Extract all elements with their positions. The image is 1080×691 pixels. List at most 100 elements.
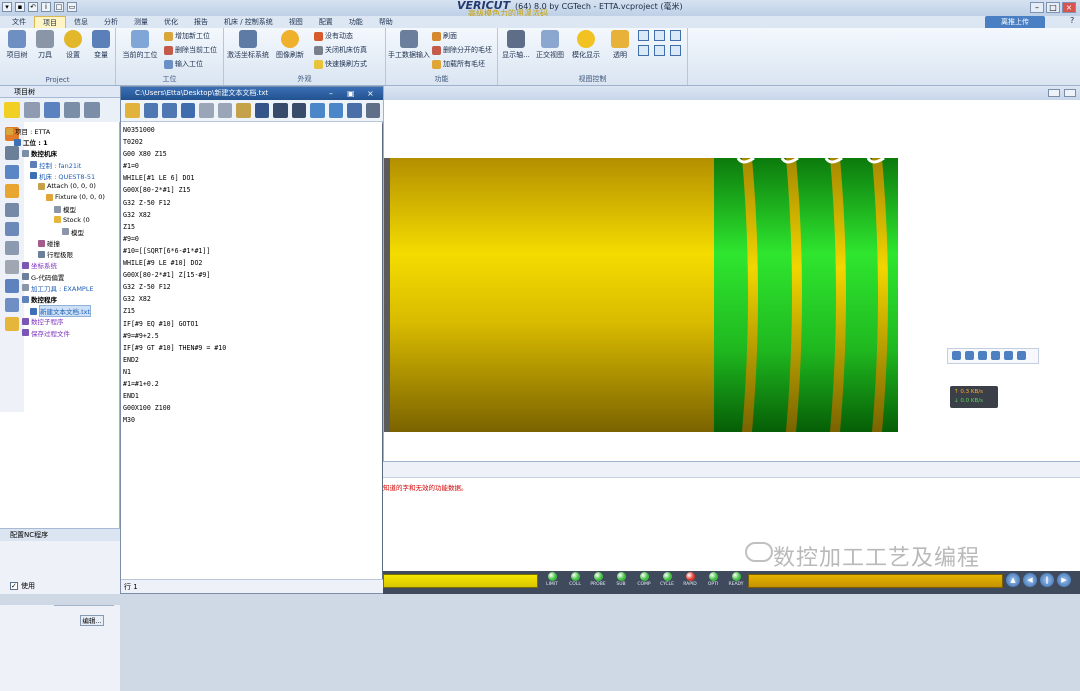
- tree-node[interactable]: Attach (0, 0, 0): [38, 182, 96, 190]
- tree-node[interactable]: 工位 : 1: [14, 137, 48, 147]
- reset-button[interactable]: ▲: [1006, 573, 1020, 587]
- find-icon[interactable]: [273, 103, 288, 118]
- tree-node[interactable]: 坐标系统: [22, 260, 57, 270]
- close-button[interactable]: ×: [1062, 2, 1076, 13]
- simulation-slider[interactable]: [748, 574, 1003, 588]
- ortho-view-button[interactable]: 正交视图: [534, 30, 566, 60]
- graphics-viewport[interactable]: ↑ 0.3 KB/s ↓ 0.0 KB/s: [383, 86, 1080, 461]
- view-2-icon[interactable]: [654, 30, 665, 41]
- tree-node[interactable]: G-代码偏置: [22, 272, 64, 282]
- tab-view[interactable]: 视图: [281, 16, 311, 28]
- status-led[interactable]: READY: [725, 571, 747, 587]
- window-icon[interactable]: □: [54, 2, 64, 12]
- view-6-icon[interactable]: [670, 45, 681, 56]
- tree-node[interactable]: 数控机床: [22, 148, 57, 158]
- import-workstation-button[interactable]: 输入工位: [164, 59, 203, 69]
- tools-button[interactable]: 刀具: [30, 30, 60, 60]
- undo-icon[interactable]: ↶: [28, 2, 38, 12]
- replace-icon[interactable]: [310, 103, 325, 118]
- tab-optimize[interactable]: 优化: [156, 16, 186, 28]
- mdi-button[interactable]: 手工数据输入: [388, 30, 430, 60]
- tree-node[interactable]: 行程极限: [38, 249, 73, 259]
- status-led[interactable]: PROBE: [587, 571, 609, 587]
- copy-icon[interactable]: [217, 103, 232, 118]
- tab-config[interactable]: 配置: [311, 16, 341, 28]
- tab-file[interactable]: 文件: [4, 16, 34, 28]
- viewport-restore-button[interactable]: [1048, 89, 1060, 97]
- save-icon[interactable]: [143, 103, 158, 118]
- add-workstation-button[interactable]: 增加新工位: [164, 31, 210, 41]
- current-workstation-button[interactable]: 当前的工位: [120, 30, 160, 60]
- tree-grid-icon[interactable]: [24, 102, 40, 118]
- tree-node[interactable]: Fixture (0, 0, 0): [46, 193, 105, 201]
- fast-refresh-button[interactable]: 快速换刷方式: [314, 59, 367, 69]
- tree-node[interactable]: 数控子程序: [22, 316, 64, 326]
- tree-node[interactable]: 数控程序: [22, 294, 57, 304]
- find-next-icon[interactable]: [291, 103, 306, 118]
- view-1-icon[interactable]: [638, 30, 649, 41]
- open-icon[interactable]: [125, 103, 140, 118]
- tab-machine-control[interactable]: 机床 / 控制系统: [216, 16, 281, 28]
- view-4-icon[interactable]: [638, 45, 649, 56]
- tab-project[interactable]: 项目: [34, 15, 66, 29]
- status-led[interactable]: OPTI: [702, 571, 724, 587]
- editor-close-button[interactable]: ×: [367, 87, 374, 100]
- maximize-button[interactable]: □: [1046, 2, 1060, 13]
- tab-analysis[interactable]: 分析: [96, 16, 126, 28]
- tree-node[interactable]: 机床 : QUEST8-51: [30, 171, 95, 181]
- face-button[interactable]: 刷面: [432, 31, 457, 41]
- status-led[interactable]: COLL: [564, 571, 586, 587]
- share-icon[interactable]: [991, 351, 1000, 360]
- status-led[interactable]: CYCLE: [656, 571, 678, 587]
- paste-icon[interactable]: [236, 103, 251, 118]
- transparent-button[interactable]: 透明: [604, 30, 636, 60]
- status-led[interactable]: RAPID: [679, 571, 701, 587]
- tree-node[interactable]: Stock (0: [54, 216, 90, 224]
- tree-node[interactable]: 控制 : fan21it: [30, 160, 81, 170]
- viewport-maximize-button[interactable]: [1064, 89, 1076, 97]
- delete-workstation-button[interactable]: 删除当前工位: [164, 45, 217, 55]
- cut-icon[interactable]: [199, 103, 214, 118]
- settings-button[interactable]: 设置: [58, 30, 88, 60]
- new-icon[interactable]: [180, 103, 195, 118]
- tab-function[interactable]: 功能: [341, 16, 371, 28]
- status-led[interactable]: LIMIT: [541, 571, 563, 587]
- zoom-fit-icon[interactable]: [952, 351, 961, 360]
- no-dynamic-button[interactable]: 没有动态: [314, 31, 353, 41]
- minimize-button[interactable]: –: [1030, 2, 1044, 13]
- editor-maximize-button[interactable]: ▣: [347, 87, 355, 100]
- tab-report[interactable]: 报告: [186, 16, 216, 28]
- status-led[interactable]: SUB: [610, 571, 632, 587]
- tab-help[interactable]: 帮助: [371, 16, 401, 28]
- download-icon[interactable]: [1004, 351, 1013, 360]
- tree-node[interactable]: 项目 : ETTA: [6, 126, 50, 136]
- app-menu-icon[interactable]: ▾: [2, 2, 12, 12]
- step-back-button[interactable]: ◀: [1023, 573, 1037, 587]
- pause-button[interactable]: ‖: [1040, 573, 1054, 587]
- model-display-button[interactable]: 模化显示: [570, 30, 602, 60]
- show-axis-button[interactable]: 显示轴...: [500, 30, 532, 60]
- gear-icon[interactable]: [1017, 351, 1026, 360]
- save-icon[interactable]: ▪: [15, 2, 25, 12]
- shape-icon[interactable]: [978, 351, 987, 360]
- tree-node[interactable]: 保存过程文件: [22, 328, 70, 338]
- undo-icon[interactable]: [64, 102, 80, 118]
- tab-measure[interactable]: 测量: [126, 16, 156, 28]
- project-tree-button[interactable]: 项目树: [2, 30, 32, 60]
- tree-node[interactable]: 碰撞: [38, 238, 60, 248]
- help-icon[interactable]: ?: [1070, 16, 1074, 25]
- text-icon[interactable]: [965, 351, 974, 360]
- variables-button[interactable]: 变量: [86, 30, 116, 60]
- tree-node[interactable]: 模型: [54, 204, 76, 214]
- info-icon[interactable]: i: [41, 2, 51, 12]
- load-all-stock-button[interactable]: 加载所有毛坯: [432, 59, 485, 69]
- editor-minimize-button[interactable]: –: [329, 87, 333, 100]
- tab-info[interactable]: 信息: [66, 16, 96, 28]
- print-icon[interactable]: [365, 103, 380, 118]
- tree-node[interactable]: 新建文本文档.txt: [30, 305, 92, 318]
- goto-icon[interactable]: [254, 103, 269, 118]
- tree-node[interactable]: 模型: [62, 227, 84, 237]
- play-button[interactable]: ▶: [1057, 573, 1071, 587]
- view-3-icon[interactable]: [670, 30, 681, 41]
- status-led[interactable]: COMP: [633, 571, 655, 587]
